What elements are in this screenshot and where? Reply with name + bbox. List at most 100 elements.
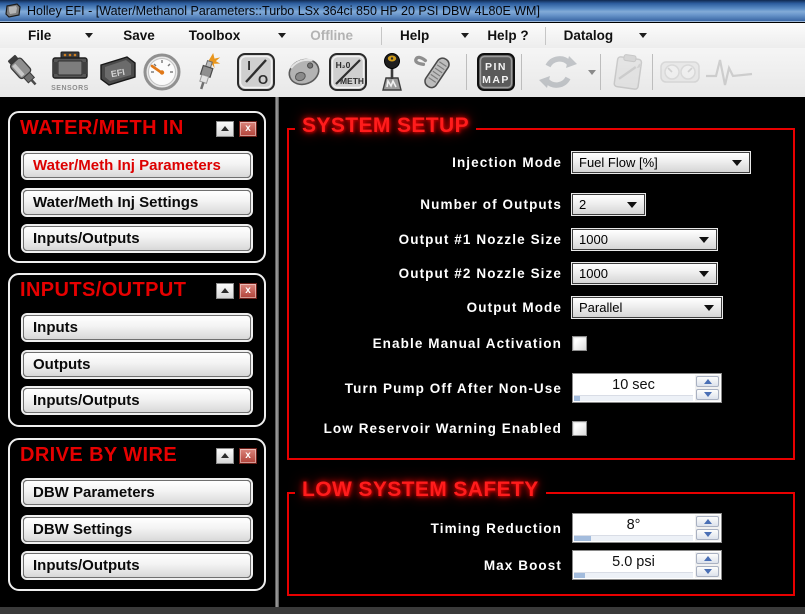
collapse-up-icon[interactable] xyxy=(216,447,234,464)
injector-button[interactable] xyxy=(2,50,46,94)
spinner-slider[interactable] xyxy=(574,535,693,541)
sidebar-item-water-meth-inj-parameters[interactable]: Water/Meth Inj Parameters xyxy=(23,153,251,178)
pump-off-spinner[interactable]: 10 sec xyxy=(572,373,722,403)
sidebar-item-outputs[interactable]: Outputs xyxy=(23,352,251,377)
menu-separator xyxy=(544,26,546,45)
svg-text:PIN: PIN xyxy=(485,61,507,73)
spin-up-icon[interactable] xyxy=(696,376,719,387)
field-label: Enable Manual Activation xyxy=(372,336,562,351)
pulse-icon xyxy=(706,59,753,86)
gauge-icon xyxy=(143,53,181,91)
harness-button[interactable] xyxy=(412,50,456,94)
spin-up-icon[interactable] xyxy=(696,516,719,527)
section-title-low-system-safety: LOW SYSTEM SAFETY xyxy=(295,478,546,502)
field-label: Low Reservoir Warning Enabled xyxy=(323,421,562,436)
menu-datalog[interactable]: Datalog xyxy=(564,28,614,43)
number-of-outputs-dropdown[interactable]: 2 xyxy=(572,194,645,215)
menu-help[interactable]: Help xyxy=(400,28,429,43)
spinner-slider[interactable] xyxy=(574,572,693,578)
help-dropdown-arrow-icon[interactable] xyxy=(461,33,470,38)
spin-down-icon[interactable] xyxy=(696,566,719,577)
harness-icon xyxy=(414,55,450,89)
output-mode-dropdown[interactable]: Parallel xyxy=(572,297,722,318)
knock-sensor-button[interactable] xyxy=(282,50,326,94)
ecu-icon: EFI xyxy=(100,56,136,86)
sidebar-item-dbw-parameters[interactable]: DBW Parameters xyxy=(23,480,251,505)
menu-file[interactable]: File xyxy=(28,28,51,43)
menu-save[interactable]: Save xyxy=(123,28,155,43)
max-boost-spinner[interactable]: 5.0 psi xyxy=(572,550,722,580)
spin-down-icon[interactable] xyxy=(696,529,719,540)
pin-map-button[interactable]: PIN MAP xyxy=(474,50,518,94)
low-system-safety-section: LOW SYSTEM SAFETY Timing Reduction 8° Ma xyxy=(287,478,795,596)
field-label: Number of Outputs xyxy=(420,197,562,212)
output2-nozzle-dropdown[interactable]: 1000 xyxy=(572,263,717,284)
panel-drive-by-wire: DRIVE BY WIRE x DBW Parameters DBW Setti… xyxy=(8,438,266,591)
sidebar-item-water-meth-inj-settings[interactable]: Water/Meth Inj Settings xyxy=(23,190,251,215)
spin-down-icon[interactable] xyxy=(696,389,719,400)
water-meth-button[interactable]: H₂0 METH xyxy=(326,50,370,94)
collapse-up-icon[interactable] xyxy=(216,282,234,299)
menu-toolbox[interactable]: Toolbox xyxy=(189,28,241,43)
svg-text:MAP: MAP xyxy=(482,74,510,86)
field-label: Output #1 Nozzle Size xyxy=(398,232,562,247)
sensors-icon xyxy=(52,51,88,79)
dash-gauges-button xyxy=(658,50,702,94)
datalog-dropdown-arrow-icon[interactable] xyxy=(639,33,648,38)
sync-button xyxy=(530,50,586,94)
injector-icon xyxy=(7,54,37,86)
ecu-button[interactable]: EFI xyxy=(96,50,140,94)
holley-efi-window: Holley EFI - [Water/Methanol Parameters:… xyxy=(0,0,805,614)
notes-button xyxy=(606,50,650,94)
close-icon[interactable]: x xyxy=(239,282,257,299)
enable-manual-activation-checkbox[interactable] xyxy=(572,336,587,351)
field-label: Output Mode xyxy=(466,300,562,315)
file-dropdown-arrow-icon[interactable] xyxy=(85,33,94,38)
low-reservoir-checkbox[interactable] xyxy=(572,421,587,436)
svg-text:I: I xyxy=(247,58,251,73)
injection-mode-dropdown[interactable]: Fuel Flow [%] xyxy=(572,152,750,173)
io-icon: I O xyxy=(237,53,275,91)
sidebar-item-inputs-outputs[interactable]: Inputs/Outputs xyxy=(23,226,251,251)
field-label: Turn Pump Off After Non-Use xyxy=(344,380,562,396)
toolbar-separator xyxy=(466,54,467,90)
toolbar-separator xyxy=(652,54,653,90)
sidebar-divider[interactable] xyxy=(275,97,279,614)
sidebar-item-inputs-outputs[interactable]: Inputs/Outputs xyxy=(23,388,251,413)
shifter-button[interactable] xyxy=(370,50,414,94)
gauge-button[interactable] xyxy=(140,50,184,94)
close-icon[interactable]: x xyxy=(239,120,257,137)
sidebar-item-inputs-outputs[interactable]: Inputs/Outputs xyxy=(23,553,251,578)
timing-reduction-row: Timing Reduction 8° xyxy=(289,513,793,543)
sidebar-item-dbw-settings[interactable]: DBW Settings xyxy=(23,517,251,542)
spark-plug-button[interactable] xyxy=(185,50,229,94)
panel-title: DRIVE BY WIRE xyxy=(20,444,178,466)
output1-nozzle-dropdown[interactable]: 1000 xyxy=(572,229,717,250)
window-title: Holley EFI - [Water/Methanol Parameters:… xyxy=(27,3,540,18)
number-of-outputs-row: Number of Outputs 2 xyxy=(289,194,793,215)
collapse-up-icon[interactable] xyxy=(216,120,234,137)
menu-help-question[interactable]: Help ? xyxy=(487,28,528,43)
spin-up-icon[interactable] xyxy=(696,553,719,564)
low-reservoir-row: Low Reservoir Warning Enabled xyxy=(289,421,793,436)
chevron-down-icon xyxy=(699,271,709,277)
close-icon[interactable]: x xyxy=(239,447,257,464)
knock-sensor-icon xyxy=(288,58,320,86)
spinner-slider[interactable] xyxy=(574,395,693,401)
dash-gauges-icon xyxy=(660,61,700,83)
chevron-down-icon xyxy=(704,305,714,311)
io-button[interactable]: I O xyxy=(234,50,278,94)
injection-mode-row: Injection Mode Fuel Flow [%] xyxy=(289,152,793,173)
max-boost-row: Max Boost 5.0 psi xyxy=(289,550,793,580)
enable-manual-activation-row: Enable Manual Activation xyxy=(289,336,793,351)
sensors-button[interactable]: SENSORS xyxy=(48,50,92,94)
sync-icon xyxy=(539,56,577,88)
timing-reduction-spinner[interactable]: 8° xyxy=(572,513,722,543)
toolbox-dropdown-arrow-icon[interactable] xyxy=(278,33,287,38)
panel-title: WATER/METH IN xyxy=(20,117,184,139)
toolbar-separator xyxy=(521,54,522,90)
pulse-button xyxy=(704,50,754,94)
sidebar-item-inputs[interactable]: Inputs xyxy=(23,315,251,340)
panel-water-meth-in: WATER/METH IN x Water/Meth Inj Parameter… xyxy=(8,111,266,263)
sensors-icon-label: SENSORS xyxy=(51,85,89,92)
